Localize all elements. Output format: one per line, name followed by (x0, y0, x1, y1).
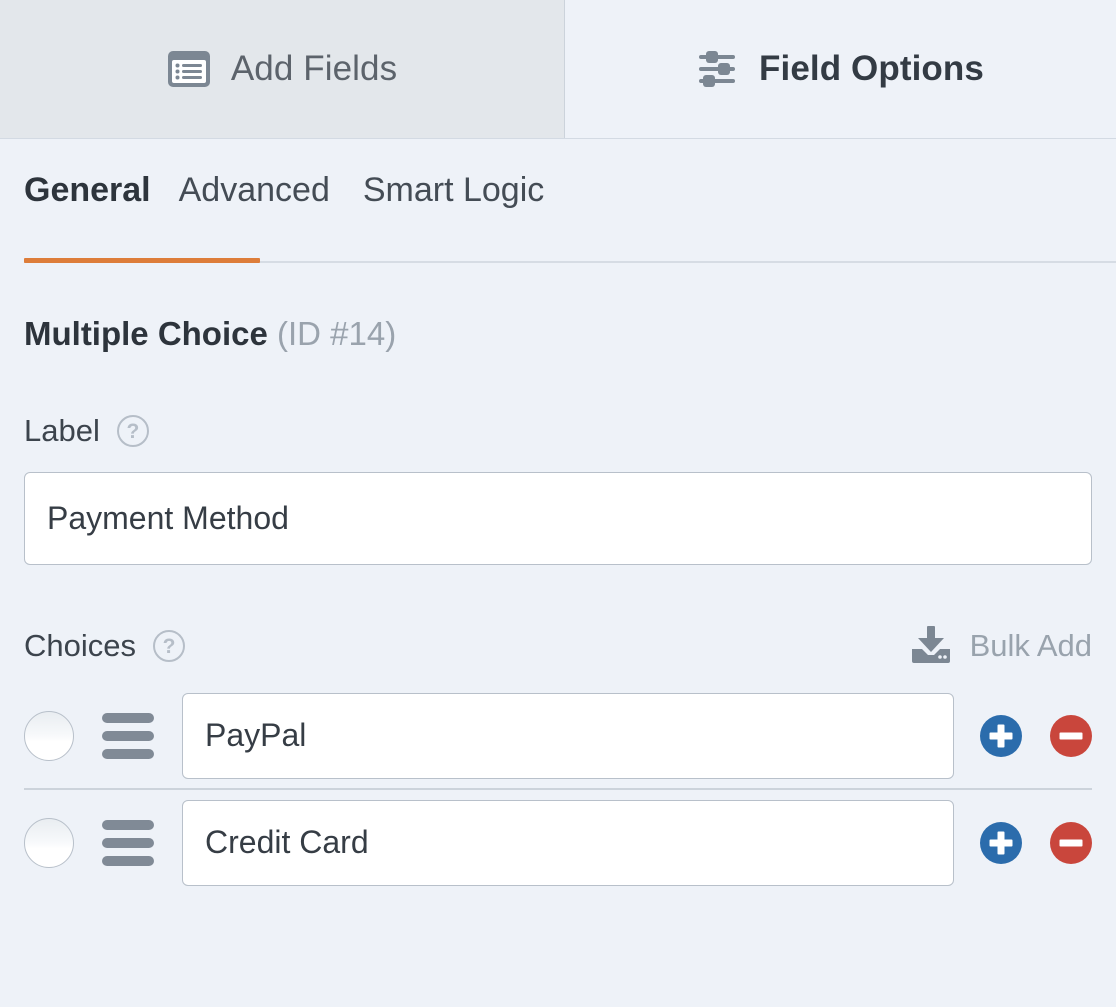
help-icon[interactable]: ? (153, 629, 185, 662)
choice-label-input[interactable] (182, 692, 954, 779)
choices-section-header: Choices ? Bulk Add (24, 625, 1092, 666)
add-choice-button[interactable] (980, 714, 1022, 757)
label-section-header: Label ? (24, 413, 1092, 449)
subtab-smart-logic[interactable]: Smart Logic (363, 171, 577, 209)
page-title: Multiple Choice (ID #14) (24, 263, 1092, 353)
subtab-general[interactable]: General (24, 171, 179, 209)
form-list-icon (167, 50, 211, 88)
drag-handle-icon[interactable] (102, 819, 154, 866)
subtab-advanced[interactable]: Advanced (179, 171, 363, 209)
bulk-add-button[interactable]: Bulk Add (910, 625, 1092, 666)
active-subtab-underline (24, 258, 260, 263)
panel-tab-bar: Add Fields Field Options (0, 0, 1116, 139)
field-id: (ID #14) (277, 315, 397, 352)
tab-field-options[interactable]: Field Options (565, 0, 1116, 138)
tab-field-options-label: Field Options (759, 49, 984, 88)
choice-radio-icon[interactable] (24, 710, 74, 761)
choice-row (24, 683, 1092, 788)
choices-list (24, 683, 1092, 895)
remove-choice-button[interactable] (1050, 714, 1092, 757)
tab-add-fields-label: Add Fields (230, 49, 398, 88)
add-choice-button[interactable] (980, 821, 1022, 864)
choice-radio-icon[interactable] (24, 817, 74, 868)
label-field-label: Label (24, 413, 100, 448)
remove-choice-button[interactable] (1050, 821, 1092, 864)
bulk-add-label: Bulk Add (969, 627, 1092, 663)
choice-label-input[interactable] (182, 799, 954, 886)
field-options-panel: Multiple Choice (ID #14) Label ? Choices… (0, 263, 1116, 895)
help-icon[interactable]: ? (116, 415, 149, 447)
sliders-icon (697, 49, 739, 89)
field-type-name: Multiple Choice (24, 315, 268, 352)
download-import-icon (910, 625, 952, 666)
label-input[interactable] (24, 472, 1092, 565)
drag-handle-icon[interactable] (102, 712, 154, 759)
choices-field-label: Choices (24, 627, 136, 663)
choice-row (24, 788, 1092, 895)
field-options-subtab-bar: General Advanced Smart Logic (0, 139, 1116, 263)
tab-add-fields[interactable]: Add Fields (0, 0, 565, 138)
